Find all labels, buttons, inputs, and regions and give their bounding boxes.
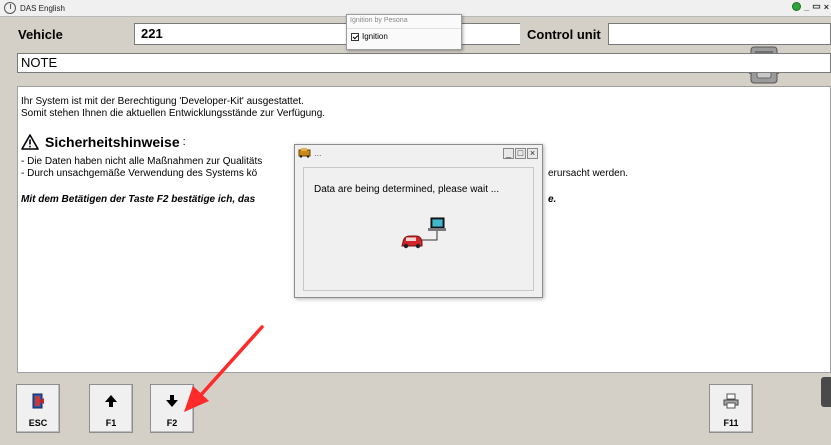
dialog-title: ... (314, 148, 322, 158)
control-unit-field[interactable] (608, 23, 831, 45)
vehicle-field[interactable]: 221 (134, 23, 370, 45)
esc-label: ESC (28, 418, 48, 428)
ignition-popup: Ignition by Pesona Ignition (346, 14, 462, 50)
status-indicator-icon (792, 2, 802, 11)
info-line-1: Ihr System ist mit der Berechtigung 'Dev… (21, 96, 304, 107)
dialog-titlebar: ... _ □ × (295, 145, 542, 164)
warning-title: Sicherheitshinweise (45, 134, 180, 150)
ignition-checkbox-label: Ignition (362, 32, 388, 41)
f2-label: F2 (166, 418, 178, 428)
f11-label: F11 (723, 418, 739, 428)
bullet-2-tail: erursacht werden. (548, 168, 629, 179)
f2-button[interactable]: F2 (150, 384, 194, 433)
control-unit-label: Control unit (527, 27, 601, 42)
close-button[interactable]: × (824, 2, 829, 12)
confirm-text: Mit dem Betätigen der Taste F2 bestätige… (21, 194, 256, 205)
side-handle[interactable] (821, 377, 831, 407)
dialog-window-controls: _ □ × (503, 148, 538, 159)
window-controls: _ ▭ × (792, 1, 829, 12)
confirm-text-tail: e. (548, 194, 557, 205)
printer-icon (723, 393, 739, 409)
bullet-2: - Durch unsachgemäße Verwendung des Syst… (21, 168, 258, 179)
dialog-minimize-button[interactable]: _ (503, 148, 514, 159)
info-line-2: Somit stehen Ihnen die aktuellen Entwick… (21, 108, 326, 119)
arrow-up-icon (105, 395, 117, 407)
dialog-maximize-button[interactable]: □ (515, 148, 526, 159)
bullet-1: - Die Daten haben nicht alle Maßnahmen z… (21, 156, 263, 167)
warning-triangle-icon (21, 134, 39, 150)
note-bar: NOTE (17, 53, 831, 73)
dialog-close-button[interactable]: × (527, 148, 538, 159)
warning-colon: : (182, 136, 186, 148)
dialog-body: Data are being determined, please wait .… (303, 167, 534, 291)
window-title: DAS English (20, 3, 65, 13)
f11-button[interactable]: F11 (709, 384, 753, 433)
mercedes-star-icon (4, 2, 16, 14)
restore-button[interactable]: ▭ (812, 1, 821, 12)
minimize-button[interactable]: _ (804, 2, 809, 12)
ignition-popup-title: Ignition by Pesona (347, 15, 461, 29)
arrow-down-icon (166, 395, 178, 407)
f1-button[interactable]: F1 (89, 384, 133, 433)
progress-dialog: ... _ □ × Data are being determined, ple… (294, 144, 543, 298)
esc-button[interactable]: ESC (16, 384, 60, 433)
ignition-checkbox[interactable] (351, 32, 359, 41)
warning-heading: Sicherheitshinweise : (21, 134, 186, 150)
ignition-checkbox-row[interactable]: Ignition (347, 29, 461, 44)
car-to-laptop-icon (401, 217, 446, 249)
dialog-message: Data are being determined, please wait .… (314, 184, 500, 195)
f1-label: F1 (105, 418, 117, 428)
exit-door-icon (32, 393, 44, 409)
dialog-app-icon (298, 148, 311, 158)
vehicle-label: Vehicle (18, 27, 63, 42)
vehicle-field-extension (460, 23, 520, 45)
